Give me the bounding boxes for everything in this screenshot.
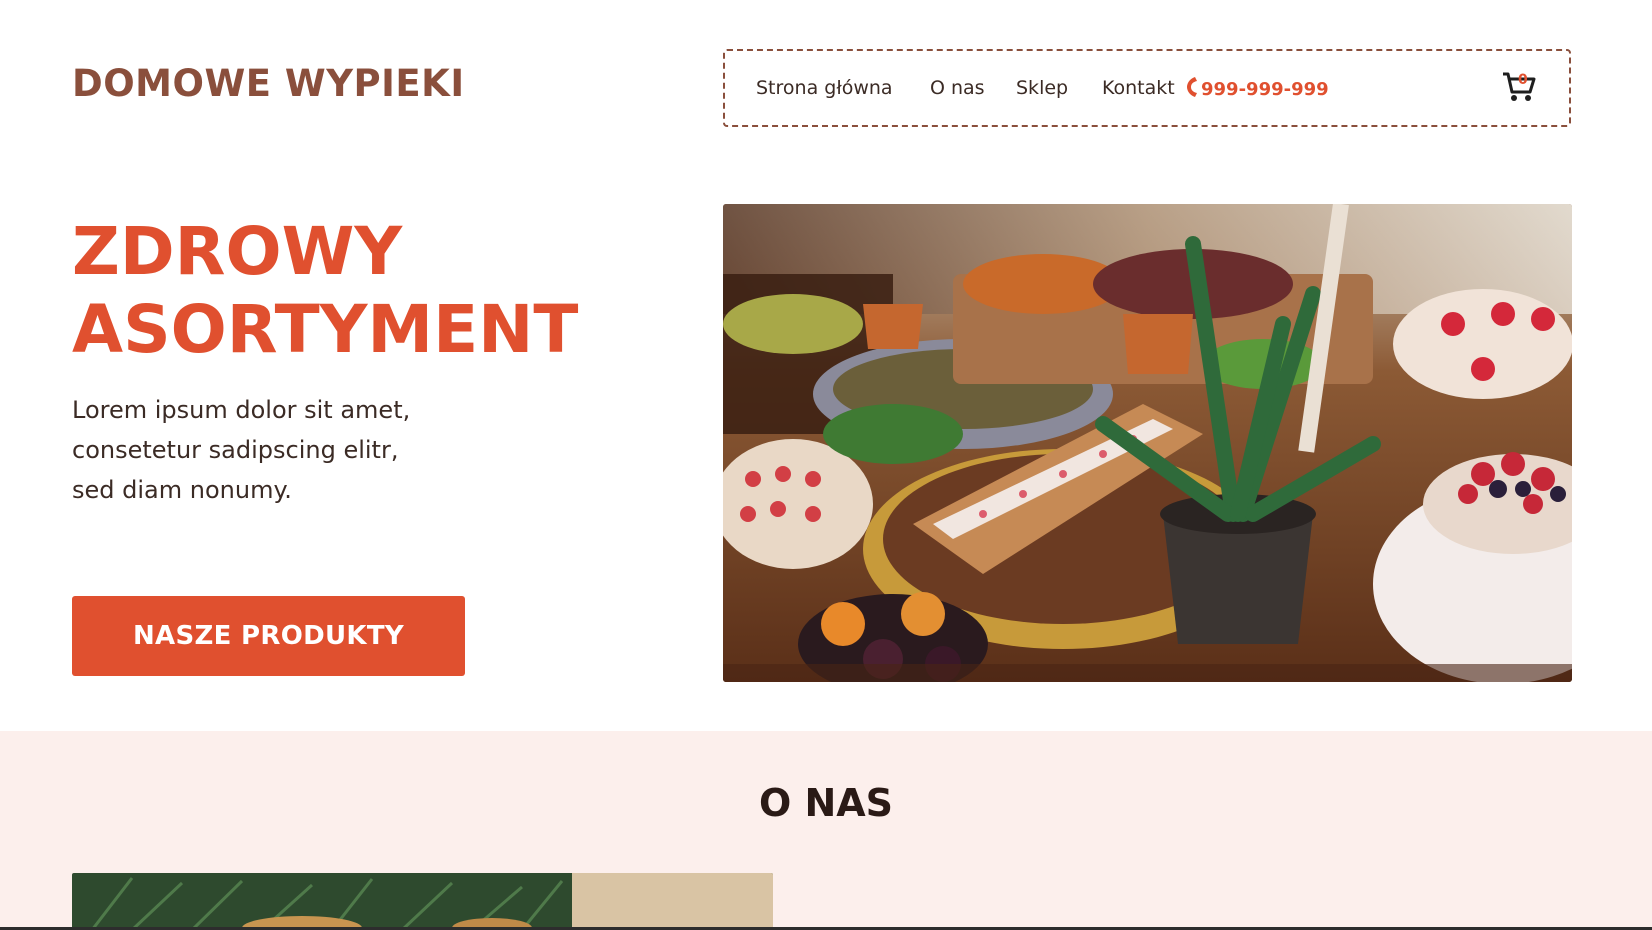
hero-image <box>723 204 1572 682</box>
cart-button[interactable]: 0 <box>1501 69 1537 105</box>
hero-text-line-1: Lorem ipsum dolor sit amet, <box>72 396 411 424</box>
about-image <box>72 873 773 930</box>
hero-description: Lorem ipsum dolor sit amet, consetetur s… <box>72 390 492 510</box>
hero-text-line-2: consetetur sadipscing elitr, <box>72 436 399 464</box>
cart-count-badge: 0 <box>1518 72 1528 88</box>
hero-title-line-1: ZDROWY <box>72 213 403 290</box>
nav-link-contact[interactable]: Kontakt <box>1102 77 1175 99</box>
nav-link-about[interactable]: O nas <box>930 77 985 99</box>
our-products-button[interactable]: NASZE PRODUKTY <box>72 596 465 676</box>
main-nav: Strona główna O nas Sklep Kontakt 999-99… <box>723 49 1571 127</box>
nav-link-shop[interactable]: Sklep <box>1016 77 1068 99</box>
hero-title: ZDROWY ASORTYMENT <box>72 213 652 369</box>
about-section: O NAS <box>0 731 1652 930</box>
phone-number: 999-999-999 <box>1201 79 1329 100</box>
nav-phone-link[interactable]: 999-999-999 <box>1186 75 1329 104</box>
site-logo[interactable]: DOMOWE WYPIEKI <box>72 62 465 105</box>
nav-link-home[interactable]: Strona główna <box>756 77 893 99</box>
about-title: O NAS <box>758 781 894 825</box>
phone-icon <box>1186 75 1198 104</box>
hero-text-line-3: sed diam nonumy. <box>72 476 292 504</box>
hero-title-line-2: ASORTYMENT <box>72 291 579 368</box>
